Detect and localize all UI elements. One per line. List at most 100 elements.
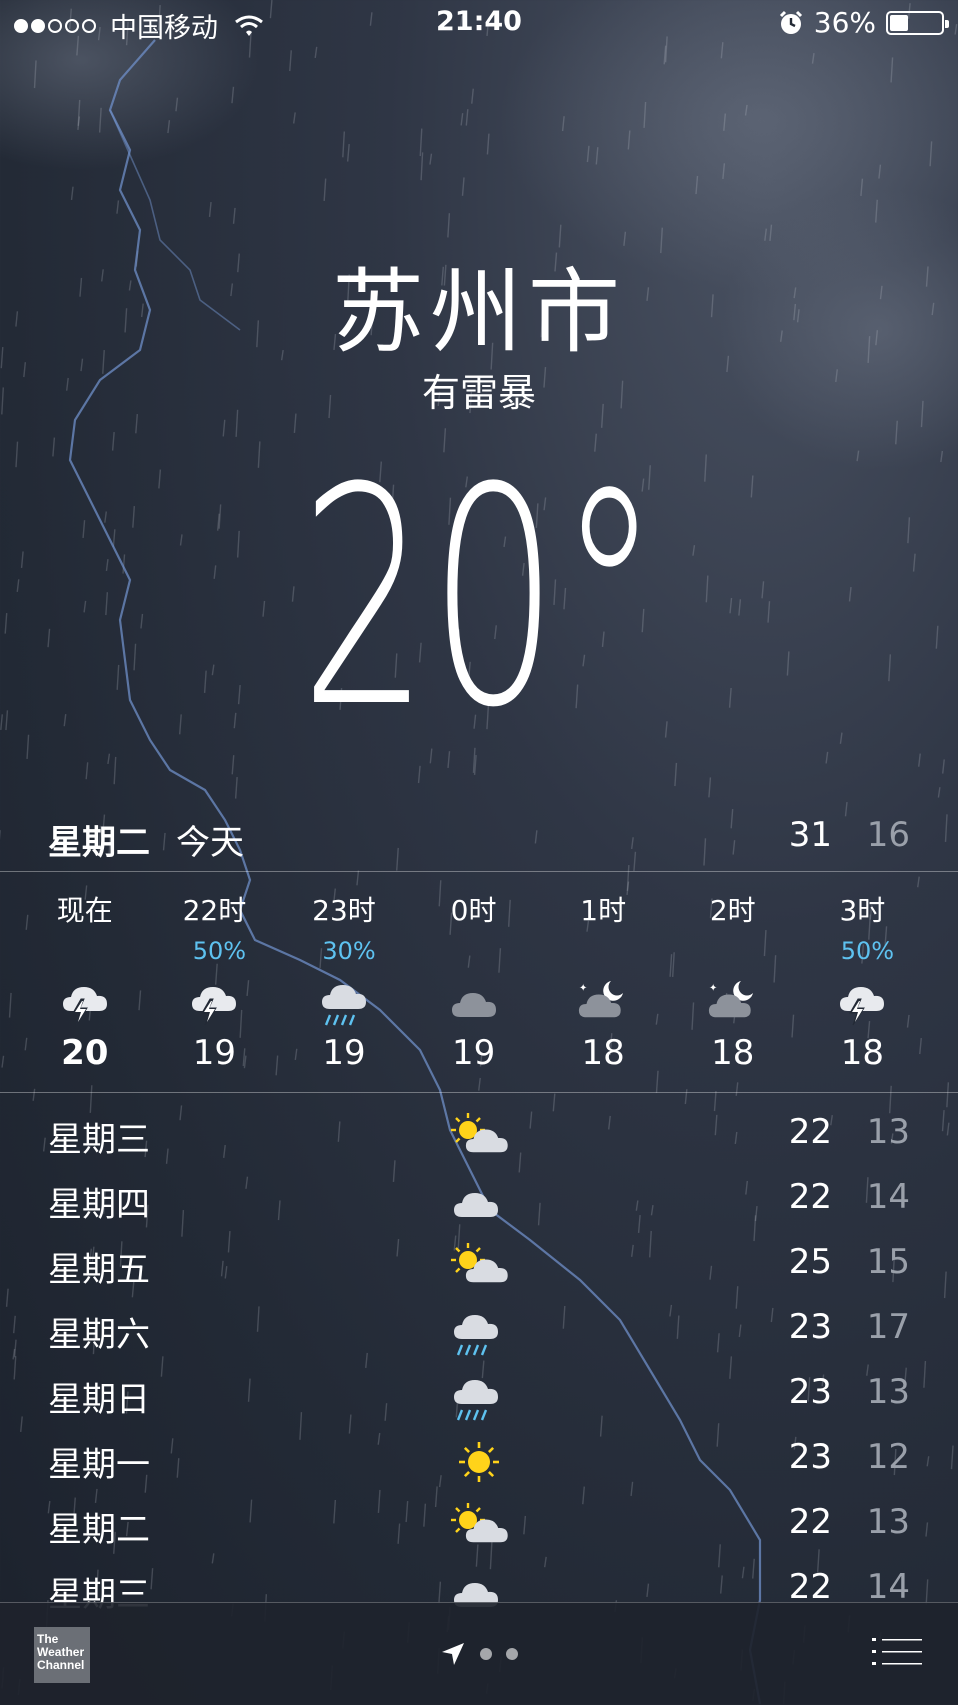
rain-streak [463,177,465,195]
rain-icon [448,1307,510,1357]
daily-forecast-row: 星期二 22 13 [0,1500,958,1565]
rain-streak [730,598,732,613]
day-low-temp: 15 [867,1242,910,1282]
rain-streak [33,1089,35,1101]
rain-streak [420,129,422,157]
rain-streak [6,710,8,730]
rain-streak [108,754,110,764]
day-high-temp: 25 [789,1242,832,1282]
day-high-temp: 22 [789,1567,832,1607]
rain-streak [48,629,50,647]
day-low-temp: 12 [867,1437,910,1477]
hour-label: 23时 [279,889,409,929]
rain-streak [205,671,207,693]
divider [0,871,958,872]
rain-streak [290,50,292,71]
day-name: 星期日 [48,1372,150,1421]
rain-streak [914,554,916,572]
partly-sunny-icon [448,1242,510,1292]
hour-label: 2时 [668,889,798,929]
hour-temperature: 18 [668,1033,798,1073]
rain-streak [134,644,136,671]
partly-cloudy-night-icon: ✦ [575,977,631,1029]
hour-label: 3时 [798,889,928,929]
rain-streak [72,187,74,200]
hour-temperature: 19 [150,1033,280,1073]
battery-percent: 36% [814,6,876,39]
rain-streak [294,112,296,123]
day-low-temp: 14 [867,1567,910,1607]
rain-streak [113,529,115,547]
rain-streak [239,685,241,704]
rain-streak [27,735,29,759]
day-low-temp: 13 [867,1502,910,1542]
rain-streak [444,428,446,452]
day-name: 星期五 [48,1242,150,1291]
rain-streak [5,613,7,634]
svg-text:✦: ✦ [709,983,717,994]
rain-streak [768,601,770,622]
rain-streak [64,714,66,726]
rain-streak [238,531,240,558]
hourly-forecast[interactable]: 现在 2022时 50% 1923时 30% 190时 191时 ✦ 182时 [20,885,938,1085]
rain-streak [53,438,55,457]
rain-streak [714,1091,716,1111]
page-indicator[interactable] [0,1641,958,1667]
list-icon[interactable] [872,1637,922,1667]
rain-streak [938,787,940,797]
battery-icon [886,11,944,35]
rain-streak [141,614,143,629]
rain-streak [889,654,891,681]
rain-streak [180,714,182,734]
location-arrow-icon [440,1641,466,1667]
today-summary-row: 星期二 今天 31 16 [0,815,958,871]
precipitation-chance: 30% [289,937,409,965]
cloud-icon [448,1177,510,1227]
rain-streak [419,766,421,783]
svg-text:20°: 20° [300,470,660,720]
rain-streak [739,599,741,615]
rain-streak [787,651,789,675]
rain-streak [943,759,945,773]
rain-streak [315,47,317,58]
alarm-icon [778,10,804,36]
cloud-icon [446,977,502,1029]
rain-streak [113,432,115,451]
partly-sunny-icon [448,1112,510,1162]
rain-streak [357,871,359,886]
rain-streak [2,1056,4,1068]
day-low-temp: 13 [867,1372,910,1412]
daily-forecast-list[interactable]: 星期三 22 13星期四 22 14星期五 25 15星期六 23 17星期日 … [0,1110,958,1630]
rain-streak [214,565,216,578]
daily-forecast-row: 星期一 23 12 [0,1435,958,1500]
rain-streak [675,763,677,786]
daily-forecast-row: 星期三 22 13 [0,1110,958,1175]
daily-forecast-row: 星期五 25 15 [0,1240,958,1305]
hourly-item: 22时 50% 19 [150,885,280,1085]
rain-streak [263,601,265,617]
rain-streak [448,751,450,768]
divider [0,1092,958,1093]
rain-streak [947,1082,949,1107]
rain-streak [324,179,326,201]
hour-temperature: 20 [20,1033,150,1073]
day-low-temp: 17 [867,1307,910,1347]
rain-streak [472,89,474,104]
rain-streak [849,587,851,601]
rain-streak [826,752,828,764]
hour-temperature: 18 [538,1033,668,1073]
rain-streak [10,993,12,1018]
precipitation-chance: 50% [160,937,280,965]
rain-streak [348,144,350,162]
hourly-item: 2时 ✦ 18 [668,885,798,1085]
rain-streak [936,626,938,649]
rain-streak [17,579,19,592]
precipitation-chance: 50% [808,937,928,965]
page-dot [506,1648,518,1660]
rain-streak [117,665,119,690]
rain-streak [181,534,183,545]
rain-streak [114,757,116,784]
rain-streak [106,559,108,571]
rain-streak [1,714,2,730]
today-day-name: 星期二 [48,815,150,864]
